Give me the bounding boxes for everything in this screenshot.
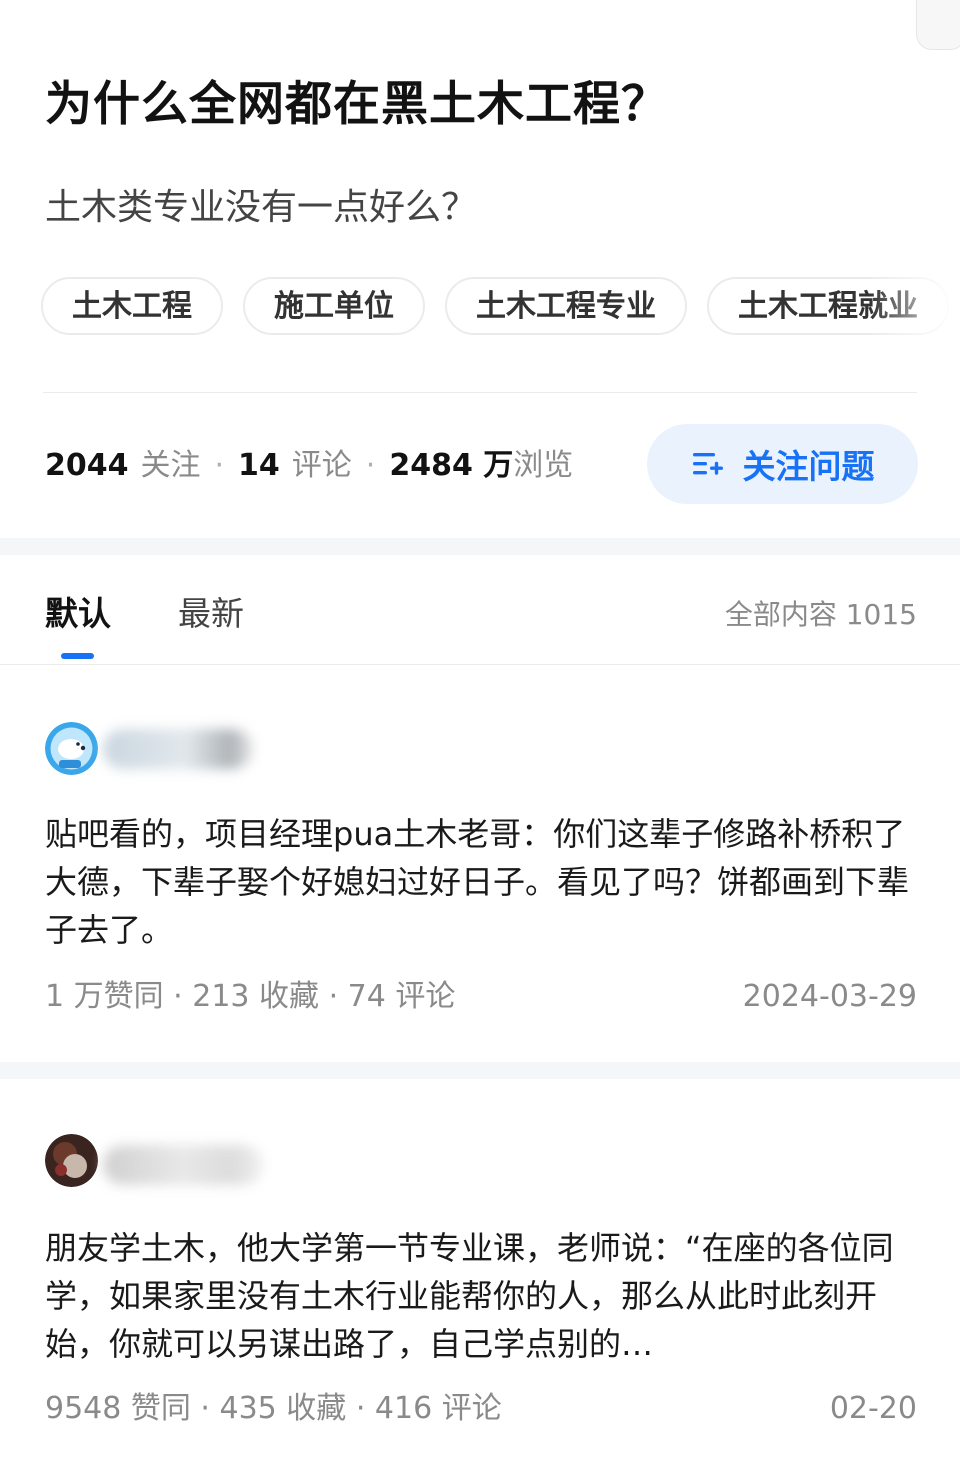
add-list-icon — [692, 453, 723, 475]
tab-default[interactable]: 默认 — [45, 590, 111, 638]
section-separator — [0, 538, 960, 555]
answer-meta: 9548 赞同 · 435 收藏 · 416 评论 — [45, 1391, 502, 1426]
tag-civil-engineering[interactable]: 土木工程 — [41, 277, 223, 335]
separator-dot: · — [214, 448, 225, 483]
tab-latest[interactable]: 最新 — [178, 590, 244, 638]
answer-excerpt[interactable]: 朋友学土木，他大学第一节专业课，老师说：“在座的各位同学，如果家里没有土木行业能… — [45, 1224, 915, 1368]
answer-meta: 1 万赞同 · 213 收藏 · 74 评论 — [45, 979, 456, 1014]
comments-label[interactable]: 评论 — [292, 448, 352, 483]
avatar-image — [45, 1134, 98, 1187]
tag-construction-unit[interactable]: 施工单位 — [243, 277, 425, 335]
question-header: 为什么全网都在黑土木工程？ 土木类专业没有一点好么？ — [45, 72, 925, 228]
answer-date: 2024-03-29 — [742, 979, 917, 1014]
views-label: 浏览 — [513, 448, 574, 483]
answer-excerpt[interactable]: 贴吧看的，项目经理pua土木老哥：你们这辈子修路补桥积了大德，下辈子娶个好媳妇过… — [45, 810, 915, 954]
followers-label: 关注 — [140, 448, 201, 483]
topic-tags: 土木工程 施工单位 土木工程专业 土木工程就业 — [41, 277, 960, 335]
divider — [43, 392, 917, 393]
question-description[interactable]: 土木类专业没有一点好么？ — [45, 182, 477, 234]
answer-card[interactable]: 朋友学土木，他大学第一节专业课，老师说：“在座的各位同学，如果家里没有土木行业能… — [0, 1079, 960, 1477]
avatar[interactable] — [45, 722, 98, 775]
answer-card[interactable]: 贴吧看的，项目经理pua土木老哥：你们这辈子修路补桥积了大德，下辈子娶个好媳妇过… — [0, 665, 960, 1062]
avatar[interactable] — [45, 1134, 98, 1187]
follow-question-button[interactable]: 关注问题 — [647, 424, 918, 504]
question-stats: 2044 关注 · 14 评论 · 2484 万浏览 — [45, 444, 573, 488]
tag-civil-engineering-major[interactable]: 土木工程专业 — [445, 277, 687, 335]
author-name-blurred[interactable] — [103, 1145, 263, 1185]
active-tab-indicator — [61, 653, 94, 659]
total-content-count: 全部内容 1015 — [724, 598, 917, 631]
comments-count[interactable]: 14 — [238, 448, 280, 483]
section-separator — [0, 1062, 960, 1079]
followers-count: 2044 — [45, 448, 129, 483]
question-title: 为什么全网都在黑土木工程？ — [45, 77, 669, 132]
views-count: 2484 万 — [389, 448, 514, 483]
sort-tabs: 默认 最新 全部内容 1015 — [0, 555, 960, 665]
floating-card-corner — [916, 0, 960, 50]
follow-button-label: 关注问题 — [742, 447, 875, 486]
separator-dot: · — [365, 448, 376, 483]
avatar-image — [45, 722, 98, 775]
tags-fade-overlay — [870, 277, 960, 335]
author-name-blurred[interactable] — [103, 729, 253, 769]
answer-date: 02-20 — [829, 1391, 917, 1426]
